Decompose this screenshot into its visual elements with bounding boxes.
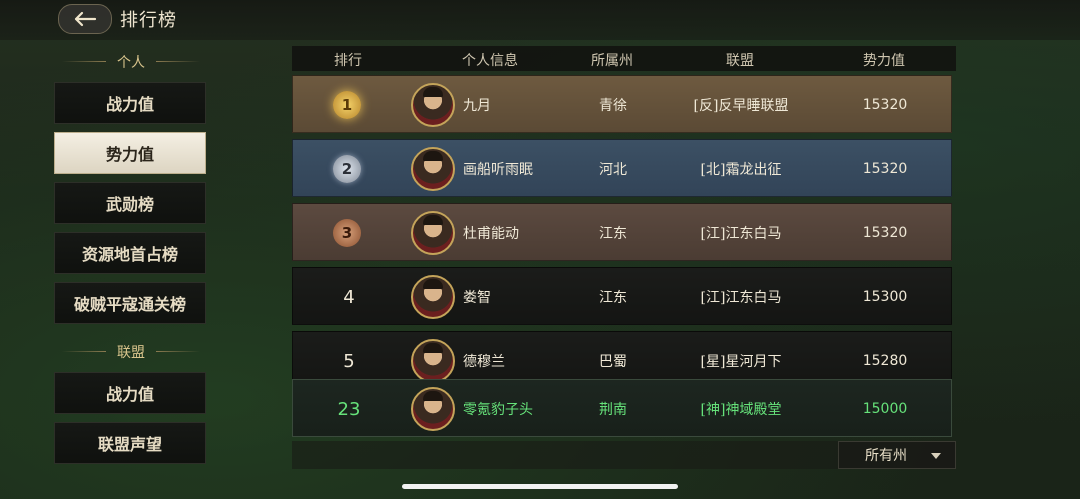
- sidebar-item-alliance-prestige[interactable]: 联盟声望: [54, 422, 206, 464]
- rank-number: 4: [343, 286, 355, 308]
- player-name: 杜甫能动: [463, 226, 519, 242]
- player-name: 九月: [463, 98, 491, 114]
- col-rank: 排行: [334, 53, 362, 69]
- player-state: 江东: [599, 290, 627, 306]
- rank-number: 23: [337, 398, 361, 420]
- player-name: 画船听雨眠: [463, 162, 533, 178]
- sidebar-item-resource-first[interactable]: 资源地首占榜: [54, 232, 206, 274]
- player-state: 青徐: [599, 98, 627, 114]
- bronze-medal-icon: 3: [333, 219, 361, 247]
- section-alliance: 联盟: [52, 342, 210, 362]
- player-alliance: [反]反早睡联盟: [693, 98, 789, 114]
- top-bar: 排行榜: [0, 0, 1080, 40]
- player-power: 15300: [862, 289, 908, 305]
- player-state: 荆南: [599, 402, 627, 418]
- section-personal: 个人: [52, 52, 210, 72]
- col-player-info: 个人信息: [462, 53, 518, 69]
- player-name: 零氪豹子头: [463, 402, 533, 418]
- back-arrow-icon: [74, 11, 97, 27]
- player-alliance: [江]江东白马: [700, 226, 782, 242]
- player-power: 15320: [862, 97, 908, 113]
- player-name: 娄智: [463, 290, 491, 306]
- col-state: 所属州: [591, 53, 633, 69]
- player-state: 河北: [599, 162, 627, 178]
- col-alliance: 联盟: [726, 53, 754, 69]
- avatar[interactable]: [411, 147, 455, 191]
- state-filter-dropdown[interactable]: 所有州: [838, 441, 956, 469]
- avatar[interactable]: [411, 83, 455, 127]
- avatar[interactable]: [411, 211, 455, 255]
- player-power: 15000: [862, 401, 908, 417]
- avatar[interactable]: [411, 275, 455, 319]
- sidebar-item-influence[interactable]: 势力值: [54, 132, 206, 174]
- player-state: 江东: [599, 226, 627, 242]
- player-alliance: [江]江东白马: [700, 290, 782, 306]
- col-power: 势力值: [863, 53, 905, 69]
- avatar[interactable]: [411, 339, 455, 383]
- table-row[interactable]: 3 杜甫能动 江东 [江]江东白马 15320: [292, 203, 952, 261]
- sidebar-item-bandit-clear[interactable]: 破贼平寇通关榜: [54, 282, 206, 324]
- table-header: 排行 个人信息 所属州 联盟 势力值: [292, 46, 956, 71]
- player-alliance: [北]霜龙出征: [700, 162, 782, 178]
- player-power: 15320: [862, 225, 908, 241]
- table-row[interactable]: 1 九月 青徐 [反]反早睡联盟 15320: [292, 75, 952, 133]
- sidebar-item-alliance-power[interactable]: 战力值: [54, 372, 206, 414]
- silver-medal-icon: 2: [333, 155, 361, 183]
- table-footer: [292, 441, 838, 469]
- back-button[interactable]: [58, 4, 112, 34]
- home-indicator[interactable]: [402, 484, 678, 489]
- sidebar-item-merit[interactable]: 武勋榜: [54, 182, 206, 224]
- player-power: 15320: [862, 161, 908, 177]
- sidebar-item-combat-power[interactable]: 战力值: [54, 82, 206, 124]
- self-rank-row[interactable]: 23 零氪豹子头 荆南 [神]神域殿堂 15000: [292, 379, 952, 437]
- chevron-down-icon: [931, 453, 941, 459]
- state-filter-value: 所有州: [865, 448, 907, 464]
- gold-medal-icon: 1: [333, 91, 361, 119]
- player-alliance: [神]神域殿堂: [700, 402, 782, 418]
- page-title: 排行榜: [120, 10, 177, 31]
- table-row[interactable]: 4 娄智 江东 [江]江东白马 15300: [292, 267, 952, 325]
- avatar[interactable]: [411, 387, 455, 431]
- table-row[interactable]: 2 画船听雨眠 河北 [北]霜龙出征 15320: [292, 139, 952, 197]
